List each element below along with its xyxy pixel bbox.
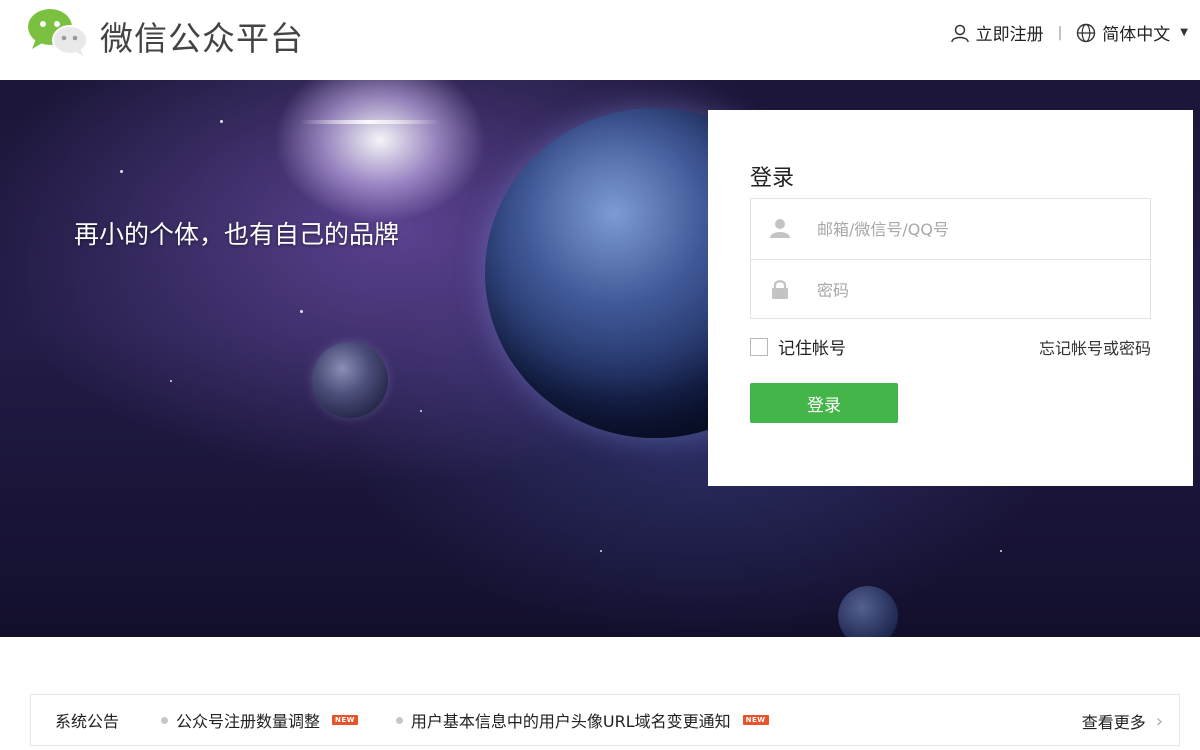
language-selector[interactable]: 简体中文 ▼ [1076,20,1188,45]
bullet-icon [395,716,403,724]
password-input[interactable] [817,275,1137,305]
globe-icon [1077,23,1096,42]
light-flare [300,120,440,124]
star [120,170,123,173]
notice-item[interactable]: 用户基本信息中的用户头像URL域名变更通知 NEW [395,708,769,732]
user-icon [950,24,969,42]
language-label: 简体中文 [1102,25,1171,45]
star [600,550,602,552]
account-input[interactable] [817,214,1137,244]
forgot-password-link[interactable]: 忘记帐号或密码 [1039,335,1151,359]
distant-planet [838,586,898,637]
small-planet [312,342,388,418]
login-fields [750,198,1151,319]
notice-title: 系统公告 [55,712,120,731]
remember-checkbox[interactable] [750,337,768,356]
caret-down-icon: ▼ [1180,27,1188,38]
system-notice-bar: 系统公告 公众号注册数量调整 NEW 用户基本信息中的用户头像URL域名变更通知… [30,694,1180,746]
new-badge: NEW [332,715,358,725]
view-more-link[interactable]: 查看更多 › [1082,709,1163,733]
star [1000,550,1002,552]
notice-item-text: 用户基本信息中的用户头像URL域名变更通知 [410,712,731,731]
star [170,380,172,382]
view-more-label: 查看更多 [1081,713,1146,732]
banner-slogan: 再小的个体，也有自己的品牌 [74,220,400,249]
chevron-right-icon: › [1155,710,1163,732]
star [300,310,303,313]
remember-account[interactable]: 记住帐号 [750,334,846,359]
account-field [751,199,1150,259]
header: 微信公众平台 立即注册 | 简体中文 ▼ [0,0,1200,80]
login-panel: 登录 记住帐号 忘记帐号或密码 登录 [708,110,1193,486]
password-field [751,259,1150,319]
login-button[interactable]: 登录 [750,383,898,423]
register-label: 立即注册 [975,25,1044,45]
lock-icon [772,280,788,299]
remember-label: 记住帐号 [778,339,846,359]
star [220,120,223,123]
notice-item-text: 公众号注册数量调整 [176,712,321,731]
login-title: 登录 [750,166,795,191]
new-badge: NEW [742,715,769,725]
header-separator: | [1057,24,1063,41]
wechat-logo[interactable] [26,7,90,57]
star [420,410,422,412]
bullet-icon [161,716,168,724]
header-actions: 立即注册 | 简体中文 ▼ [950,20,1188,45]
brand-title: 微信公众平台 [100,19,304,58]
notice-item[interactable]: 公众号注册数量调整 NEW [161,708,358,732]
register-link[interactable]: 立即注册 [950,20,1044,45]
user-icon [770,219,790,238]
